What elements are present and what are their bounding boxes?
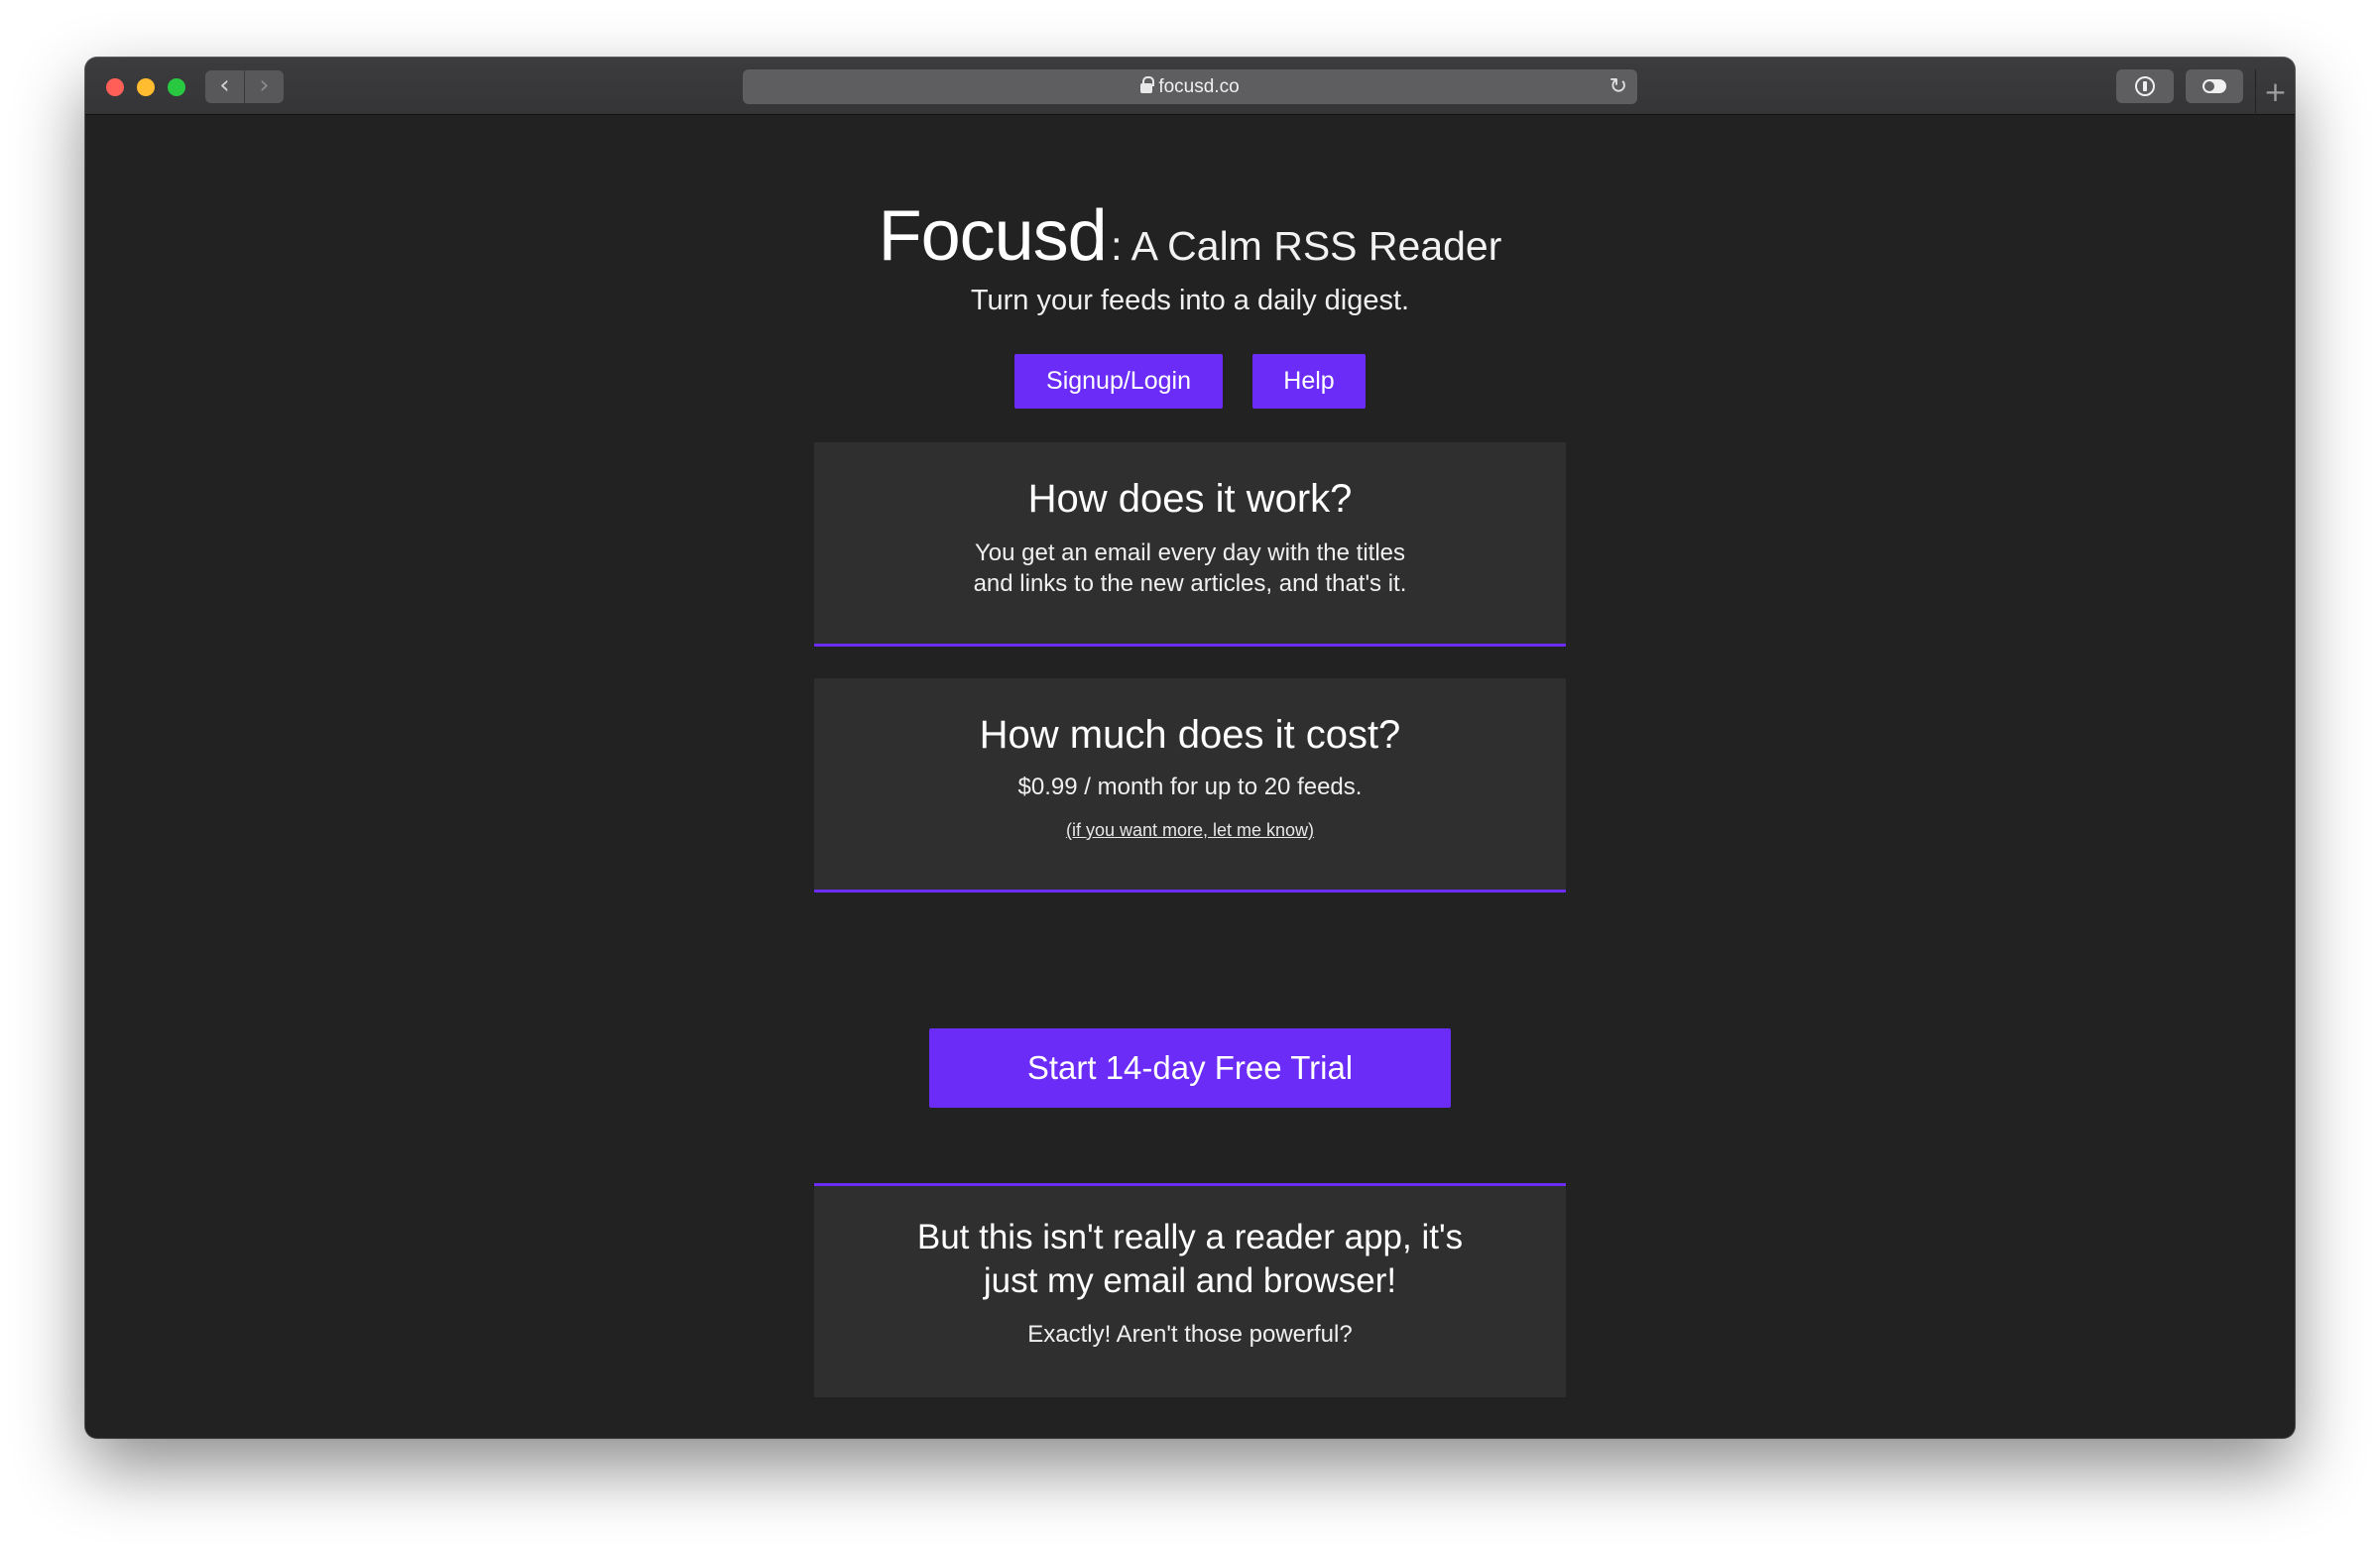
start-free-trial-button[interactable]: Start 14-day Free Trial — [929, 1028, 1451, 1108]
pricing-text: $0.99 / month for up to 20 feeds. — [1017, 774, 1363, 800]
toggle-icon — [2202, 79, 2226, 93]
minimize-window-button[interactable] — [137, 78, 155, 96]
pricing-card: How much does it cost? $0.99 / month for… — [814, 678, 1566, 893]
faq-question-line: just my email and browser! — [983, 1261, 1397, 1300]
contact-link[interactable]: (if you want more, let me know) — [814, 820, 1566, 841]
page-title: : A Calm RSS Reader — [1111, 223, 1502, 269]
lock-icon — [1140, 76, 1155, 93]
browser-window: ‹ › focusd.co ↻ + Focusd : A Calm RSS Re… — [85, 58, 2295, 1438]
new-tab-button[interactable]: + — [2255, 69, 2295, 115]
forward-button[interactable]: › — [245, 70, 284, 103]
close-window-button[interactable] — [106, 78, 124, 96]
chevron-right-icon: › — [259, 70, 270, 100]
page-content: Focusd : A Calm RSS Reader Turn your fee… — [85, 116, 2295, 1438]
how-it-works-line: You get an email every day with the titl… — [974, 539, 1406, 566]
toggle-extension-button[interactable] — [2186, 69, 2243, 103]
address-bar[interactable]: focusd.co ↻ — [743, 69, 1637, 104]
page-subtitle: Turn your feeds into a daily digest. — [970, 285, 1410, 316]
chevron-left-icon: ‹ — [219, 70, 230, 100]
how-it-works-line: and links to the new articles, and that'… — [973, 570, 1407, 597]
page-header: Focusd : A Calm RSS Reader — [85, 195, 2295, 277]
how-it-works-card: How does it work? You get an email every… — [814, 442, 1566, 647]
how-it-works-text: You get an email every day with the titl… — [814, 537, 1566, 599]
reload-icon[interactable]: ↻ — [1609, 69, 1627, 104]
help-button[interactable]: Help — [1252, 354, 1366, 409]
faq-answer: Exactly! Aren't those powerful? — [1027, 1321, 1353, 1348]
brand-logo: Focusd — [878, 196, 1108, 276]
faq-card: But this isn't really a reader app, it's… — [814, 1183, 1566, 1397]
password-manager-button[interactable] — [2116, 69, 2174, 103]
zoom-window-button[interactable] — [168, 78, 185, 96]
back-button[interactable]: ‹ — [205, 70, 244, 103]
plus-icon: + — [2263, 75, 2288, 108]
pricing-title: How much does it cost? — [979, 713, 1401, 757]
address-url: focusd.co — [1158, 76, 1240, 97]
password-manager-icon — [2135, 76, 2155, 96]
faq-question: But this isn't really a reader app, it's… — [814, 1216, 1566, 1303]
title-bar: ‹ › focusd.co ↻ + — [85, 58, 2295, 115]
signup-login-button[interactable]: Signup/Login — [1014, 354, 1223, 409]
faq-question-line: But this isn't really a reader app, it's — [916, 1218, 1464, 1256]
how-it-works-title: How does it work? — [1027, 477, 1353, 521]
